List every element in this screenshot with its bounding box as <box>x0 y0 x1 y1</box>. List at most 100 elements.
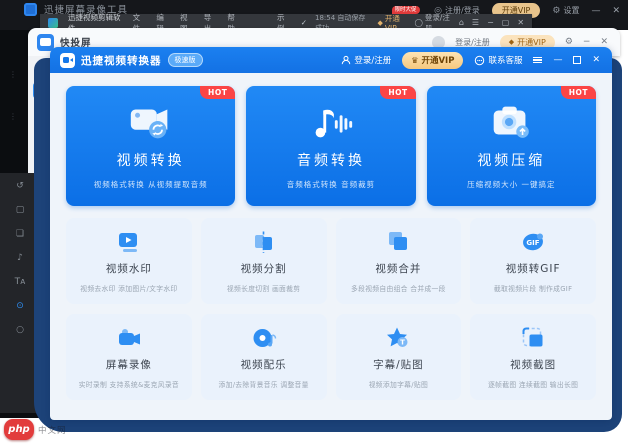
tool-card-subtitle: 视频去水印 添加图片/文字水印 <box>80 285 178 293</box>
cast-settings-icon[interactable]: ⚙ <box>565 37 573 47</box>
feature-card-subtitle: 压缩视频大小 一键搞定 <box>467 180 556 189</box>
contact-support-button[interactable]: 联系客服 <box>474 54 522 66</box>
login-register-button[interactable]: 登录/注册 <box>341 54 391 66</box>
feature-card-video-compress[interactable]: HOT 视频压缩 压缩视频大小 一键搞定 <box>426 86 596 206</box>
tool-card-title: 视频转GIF <box>505 263 561 275</box>
crown-icon: ♛ <box>411 55 419 65</box>
feature-card-subtitle: 音频格式转换 音频裁剪 <box>286 180 376 189</box>
feature-card-title: 视频压缩 <box>477 153 546 169</box>
editor-minimize-button[interactable]: − <box>487 18 494 27</box>
video-split-icon <box>201 229 327 255</box>
php-watermark-text: php <box>8 424 30 435</box>
text-tool-icon[interactable]: Tᴀ <box>15 277 26 287</box>
feature-card-row: HOT 视频转换 视频格式转换 从视频提取音频 HOT 音频转换 音频格式转换 … <box>66 86 596 206</box>
panel-dots-icon: ⋮ <box>9 112 17 121</box>
recorder-close-button[interactable]: ✕ <box>612 6 620 16</box>
tool-card-video-snapshot[interactable]: 视频截图 逐帧截图 连续截图 输出长图 <box>470 314 596 400</box>
tool-card-title: 视频分割 <box>240 263 287 275</box>
tool-card-video-split[interactable]: 视频分割 视频长度切割 画面裁剪 <box>200 218 327 304</box>
tool-card-subtitle: 视频长度切割 画面裁剪 <box>226 285 301 293</box>
video-convert-icon <box>66 99 235 145</box>
cast-login-button[interactable]: 登录/注册 <box>455 37 490 48</box>
audio-convert-icon <box>246 99 415 145</box>
tool-card-subtitle: 视频添加字幕/贴图 <box>368 381 429 389</box>
crop-icon[interactable]: ▢ <box>16 205 25 215</box>
window-video-converter: 迅捷视频转换器 极速版 登录/注册 ♛ 开通VIP 联系客服 — ✕ HOT 视… <box>50 47 612 420</box>
svg-text:GIF: GIF <box>527 239 540 247</box>
tool-card-title: 视频合并 <box>375 263 422 275</box>
help-icon[interactable]: ⊙ <box>16 301 24 311</box>
panel-dots-icon: ⋮ <box>9 70 17 79</box>
tool-card-screen-record[interactable]: 屏幕录像 实时录制 支持系统&麦克风录音 <box>66 314 192 400</box>
undo-icon[interactable]: ↺ <box>16 181 24 191</box>
main-minimize-button[interactable]: — <box>553 55 562 65</box>
check-icon: ✓ <box>300 18 307 27</box>
tool-card-video-merge[interactable]: 视频合并 多段视频自由组合 合并成一段 <box>335 218 462 304</box>
diamond-icon: ◆ <box>508 38 515 46</box>
tool-card-title: 视频配乐 <box>240 359 287 371</box>
hot-badge: HOT <box>560 86 596 99</box>
main-restore-button[interactable] <box>573 56 582 64</box>
tool-card-subtitle: 多段视频自由组合 合并成一段 <box>351 285 446 293</box>
user-icon <box>342 55 351 65</box>
recorder-settings-label: 设置 <box>563 6 580 15</box>
tool-card-video-to-gif[interactable]: GIF 视频转GIF 截取视频片段 制作成GIF <box>470 218 596 304</box>
tool-card-video-watermark[interactable]: 视频水印 视频去水印 添加图片/文字水印 <box>66 218 192 304</box>
vip-promo-badge: 限时大促 <box>391 5 420 14</box>
main-menu-button[interactable] <box>533 56 543 64</box>
tool-card-title: 视频水印 <box>105 263 152 275</box>
login-register-label: 登录/注册 <box>354 56 392 66</box>
video-snapshot-icon <box>470 325 596 351</box>
editor-close-button[interactable]: ✕ <box>517 18 524 27</box>
main-content: HOT 视频转换 视频格式转换 从视频提取音频 HOT 音频转换 音频格式转换 … <box>50 73 612 420</box>
feature-card-title: 音频转换 <box>296 153 365 169</box>
home-icon[interactable]: ⌂ <box>459 18 464 27</box>
music-icon[interactable]: ♪ <box>17 253 23 263</box>
hot-badge: HOT <box>200 86 236 99</box>
circle-icon[interactable]: ○ <box>16 325 24 335</box>
tool-card-subtitle: 添加/去除背景音乐 调整音量 <box>218 381 309 389</box>
editor-app-icon <box>48 17 58 28</box>
tool-card-title: 字幕/贴图 <box>373 359 424 371</box>
gear-icon: ⚙ <box>552 5 561 16</box>
video-merge-icon <box>336 229 462 255</box>
subtitle-sticker-icon: T <box>336 325 462 351</box>
layers-icon[interactable]: ❏ <box>16 229 24 239</box>
screen: 迅捷屏幕录像工具 ◎ 注册/登录 开通VIP ⚙ 设置 — ✕ ⋮ ⋮ ↺ ▢ … <box>0 0 628 444</box>
video-watermark-icon <box>66 229 192 255</box>
main-titlebar: 迅捷视频转换器 极速版 登录/注册 ♛ 开通VIP 联系客服 — ✕ <box>50 47 612 73</box>
open-vip-label: 开通VIP <box>421 56 455 66</box>
svg-text:T: T <box>400 339 405 347</box>
tool-card-subtitle: 实时录制 支持系统&麦克风录音 <box>78 381 180 389</box>
video-compress-icon <box>427 99 596 145</box>
editor-maximize-button[interactable]: ▢ <box>502 18 510 27</box>
recorder-minimize-button[interactable]: — <box>591 6 600 16</box>
feature-card-video-convert[interactable]: HOT 视频转换 视频格式转换 从视频提取音频 <box>66 86 236 206</box>
chat-icon <box>475 55 485 65</box>
tool-card-title: 屏幕录像 <box>105 359 152 371</box>
feature-card-title: 视频转换 <box>116 153 185 169</box>
user-icon: ◯ <box>414 18 423 27</box>
video-to-gif-icon: GIF <box>470 229 596 255</box>
tool-card-title: 视频截图 <box>510 359 557 371</box>
tool-card-grid: 视频水印 视频去水印 添加图片/文字水印 视频分割 视频长度切割 画面裁剪 视频… <box>66 218 596 400</box>
tool-card-row: 屏幕录像 实时录制 支持系统&麦克风录音 视频配乐 添加/去除背景音乐 调整音量… <box>66 314 596 400</box>
cast-close-button[interactable]: ✕ <box>600 37 608 47</box>
main-window-title: 迅捷视频转换器 <box>81 54 162 67</box>
cast-vip-label: 开通VIP <box>517 37 546 47</box>
recorder-settings-button[interactable]: ⚙ 设置 <box>552 5 579 16</box>
tool-card-subtitle-sticker[interactable]: T 字幕/贴图 视频添加字幕/贴图 <box>335 314 462 400</box>
tool-card-video-music[interactable]: 视频配乐 添加/去除背景音乐 调整音量 <box>200 314 327 400</box>
cast-minimize-button[interactable]: − <box>583 37 591 47</box>
version-badge: 极速版 <box>167 53 203 67</box>
cast-app-icon <box>37 33 54 51</box>
main-close-button[interactable]: ✕ <box>592 55 600 65</box>
feature-card-subtitle: 视频格式转换 从视频提取音频 <box>93 180 208 189</box>
editor-menu-button[interactable]: ☰ <box>472 18 479 27</box>
tool-card-subtitle: 截取视频片段 制作成GIF <box>493 285 573 293</box>
recorder-app-icon <box>24 2 37 16</box>
feature-card-audio-convert[interactable]: HOT 音频转换 音频格式转换 音频裁剪 <box>246 86 416 206</box>
video-music-icon <box>201 325 327 351</box>
screen-record-icon <box>66 325 192 351</box>
open-vip-button[interactable]: ♛ 开通VIP <box>402 51 464 69</box>
